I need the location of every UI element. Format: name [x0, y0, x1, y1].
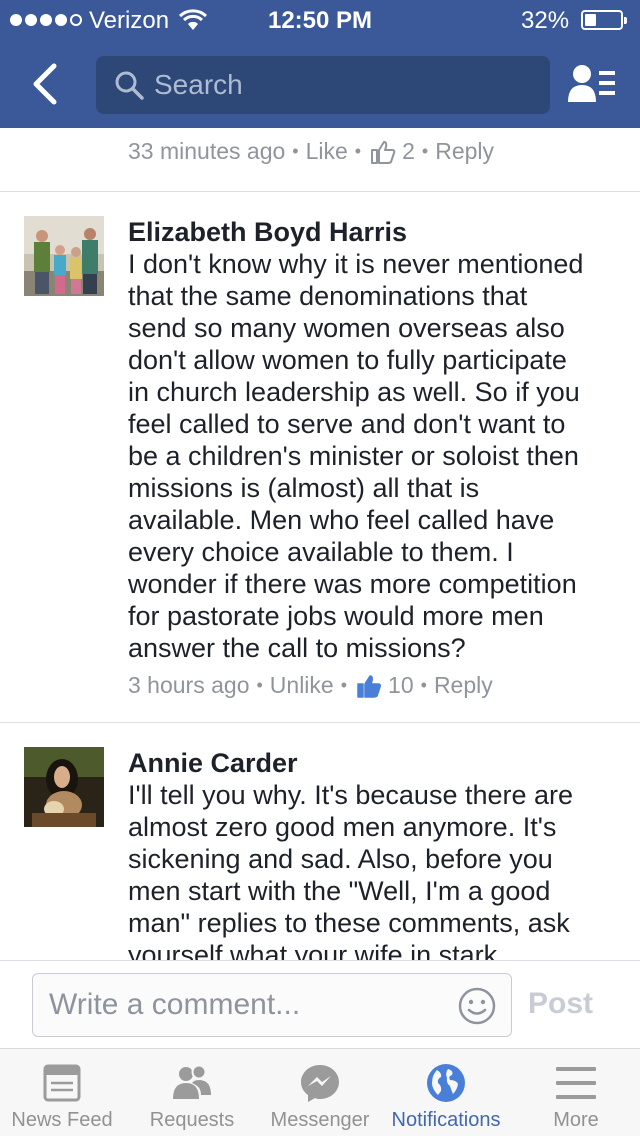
comment-text: I'll tell you why. It's because there ar…	[128, 779, 628, 960]
status-bar: Verizon 12:50 PM 32%	[0, 0, 640, 40]
like-count[interactable]: 10	[388, 672, 414, 699]
top-navigation-bar: Verizon 12:50 PM 32%	[0, 0, 640, 128]
tab-more[interactable]: More	[512, 1049, 640, 1136]
comment-body: Elizabeth Boyd Harris I don't know why i…	[128, 216, 628, 699]
comments-list: 33 minutes ago • Like • 2 • Reply Elizab…	[0, 128, 640, 960]
tab-label: Notifications	[391, 1109, 501, 1131]
comment-field-box[interactable]	[32, 973, 512, 1037]
previous-comment-meta: 33 minutes ago • Like • 2 • Reply	[128, 138, 495, 165]
tab-label: Messenger	[270, 1109, 370, 1131]
tab-label: More	[553, 1109, 599, 1131]
avatar[interactable]	[24, 747, 104, 827]
globe-icon	[427, 1064, 465, 1102]
tab-label: News Feed	[11, 1109, 113, 1131]
comment-text-line: don't allow women to fully participate	[128, 345, 567, 375]
comment-text-line: in church leadership as well. So if you	[128, 377, 580, 407]
like-count[interactable]: 2	[402, 138, 415, 165]
menu-icon	[556, 1067, 596, 1099]
comment-text-line: wonder if there was more competition	[128, 569, 577, 599]
like-link[interactable]: Like	[306, 138, 348, 165]
comment-input[interactable]	[49, 974, 449, 1036]
comment-text-line: for pastorate jobs would more men	[128, 601, 544, 631]
comment-text-line: missions is (almost) all that is	[128, 473, 480, 503]
search-icon	[115, 71, 144, 100]
unlike-link[interactable]: Unlike	[270, 672, 334, 699]
friends-list-icon[interactable]	[566, 62, 618, 106]
comment-text: I don't know why it is never mentioned t…	[128, 248, 628, 664]
bottom-tab-bar: News Feed Requests Messenger Notificatio…	[0, 1048, 640, 1136]
comment-meta: 3 hours ago • Unlike • 10 • Reply	[128, 672, 493, 699]
comment-text-line: man" replies to these comments, ask	[128, 908, 570, 938]
thumbs-up-icon	[371, 140, 396, 164]
thumbs-up-icon	[357, 674, 382, 698]
comment-text-line: send so many women overseas also	[128, 313, 565, 343]
comment-text-line: yourself what your wife in stark	[128, 940, 498, 960]
comment-timestamp: 3 hours ago	[128, 672, 250, 698]
comment-composer: Post	[0, 960, 640, 1048]
comment-text-line: I'll tell you why. It's because there ar…	[128, 780, 574, 810]
comment-text-line: answer the call to missions?	[128, 633, 466, 663]
emoji-icon[interactable]	[457, 986, 497, 1026]
comment-author[interactable]: Annie Carder	[128, 747, 628, 779]
back-arrow-icon[interactable]	[28, 62, 64, 106]
comment-body: Annie Carder I'll tell you why. It's bec…	[128, 747, 628, 960]
news-feed-icon	[43, 1064, 81, 1102]
tab-requests[interactable]: Requests	[128, 1049, 256, 1136]
tab-messenger[interactable]: Messenger	[256, 1049, 384, 1136]
comment-text-line: almost zero good men anymore. It's	[128, 812, 557, 842]
tab-label: Requests	[149, 1109, 235, 1131]
comment-timestamp: 33 minutes ago	[128, 138, 286, 164]
search-input[interactable]	[154, 69, 534, 101]
tab-news-feed[interactable]: News Feed	[0, 1049, 124, 1136]
comment-text-line: available. Men who feel called have	[128, 505, 555, 535]
comment-text-line: that the same denominations that	[128, 281, 528, 311]
battery-icon	[581, 10, 627, 30]
comment-text-line: feel called to serve and don't want to	[128, 409, 566, 439]
search-bar[interactable]	[96, 56, 550, 114]
comment-text-line: be a children's minister or soloist then	[128, 441, 579, 471]
battery-percentage: 32%	[521, 7, 570, 34]
comment-text-line: men start with the "Well, I'm a good	[128, 876, 551, 906]
divider	[0, 191, 640, 192]
messenger-icon	[301, 1065, 339, 1102]
divider	[0, 722, 640, 723]
comment-author[interactable]: Elizabeth Boyd Harris	[128, 216, 628, 248]
tab-notifications[interactable]: Notifications	[384, 1049, 508, 1136]
reply-link[interactable]: Reply	[434, 672, 493, 699]
avatar[interactable]	[24, 216, 104, 296]
post-button[interactable]: Post	[528, 987, 593, 1021]
comment-text-line: every choice available to them. I	[128, 537, 514, 567]
comment-text-line: sickening and sad. Also, before you	[128, 844, 553, 874]
friend-requests-icon	[173, 1064, 211, 1099]
comment-text-line: I don't know why it is never mentioned	[128, 249, 584, 279]
reply-link[interactable]: Reply	[435, 138, 494, 165]
